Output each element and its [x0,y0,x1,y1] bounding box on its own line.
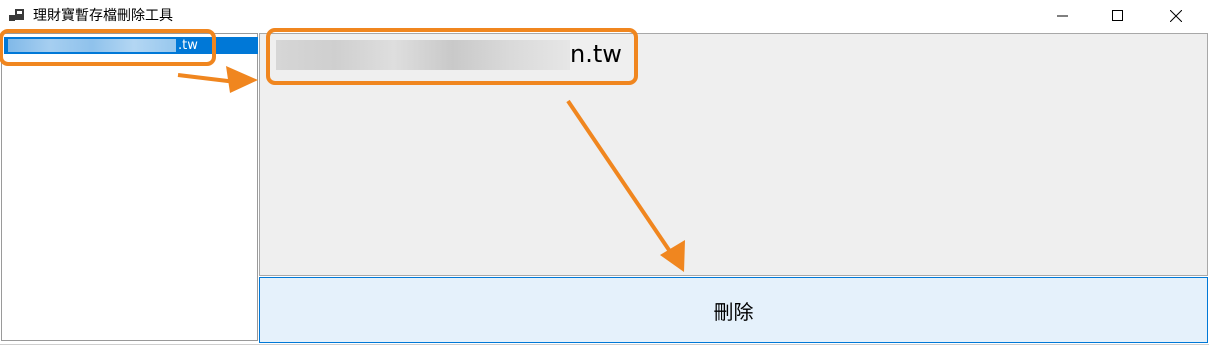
delete-button[interactable]: 刪除 [259,277,1208,343]
title-bar[interactable]: 理財寶暫存檔刪除工具 [0,0,1209,31]
maximize-icon [1112,9,1123,21]
window-bottom-border [0,344,1209,345]
maximize-button[interactable] [1095,0,1141,31]
list-item-selected[interactable]: .tw [4,37,258,54]
redacted-text [8,39,176,52]
detail-panel: n.tw [259,33,1208,276]
display-suffix: n.tw [570,40,622,68]
app-window: 理財寶暫存檔刪除工具 .tw n.tw 刪除 [0,0,1209,349]
selected-account-display: n.tw [276,37,622,71]
redacted-text [276,40,570,70]
app-icon [9,9,24,21]
window-title: 理財寶暫存檔刪除工具 [33,8,173,24]
close-icon [1170,9,1182,22]
close-button[interactable] [1153,0,1199,31]
minimize-button[interactable] [1040,0,1086,31]
account-listbox[interactable]: .tw [1,33,258,341]
minimize-icon [1057,15,1068,16]
list-item-suffix: .tw [178,38,198,53]
